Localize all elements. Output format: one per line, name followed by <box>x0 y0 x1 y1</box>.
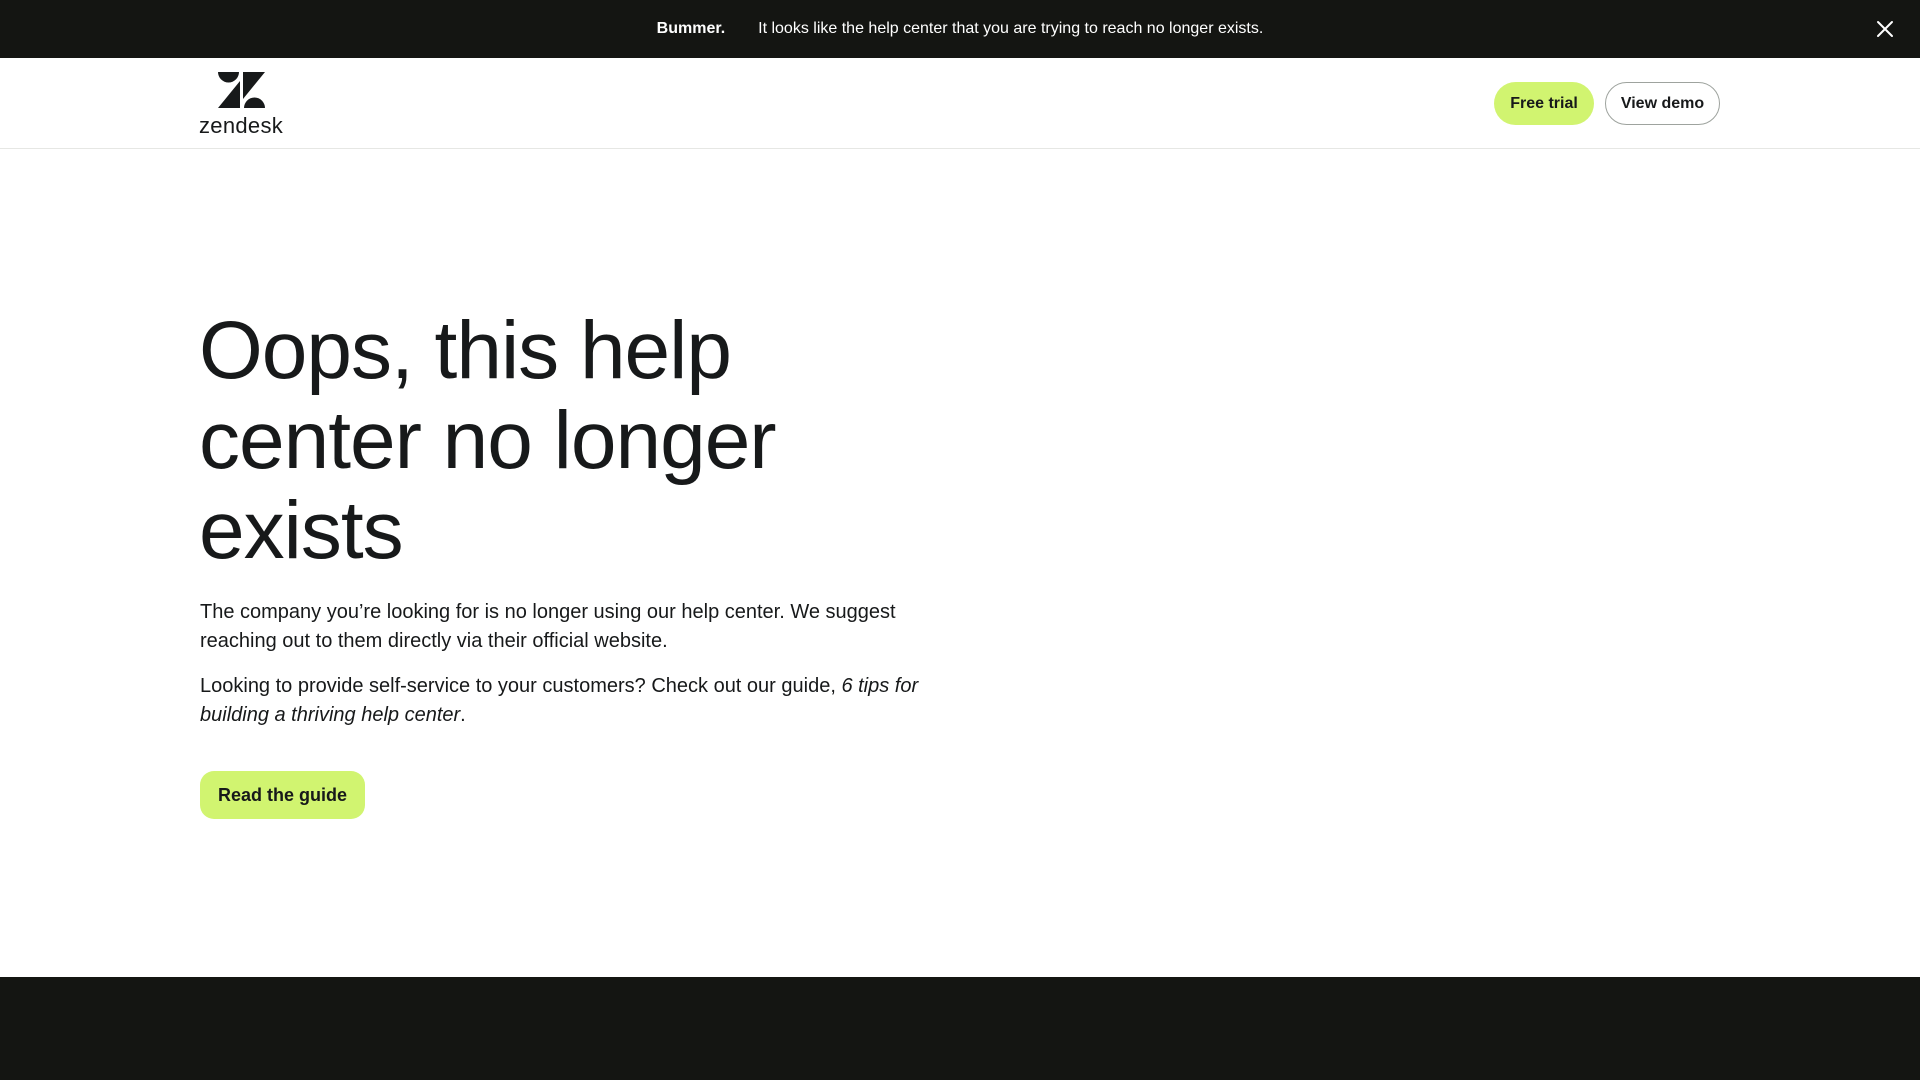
view-demo-button[interactable]: View demo <box>1605 82 1720 125</box>
site-footer <box>0 977 1920 1080</box>
read-guide-button[interactable]: Read the guide <box>200 771 365 819</box>
banner-text: Bummer. It looks like the help center th… <box>657 20 1264 38</box>
title-line: exists <box>199 485 404 576</box>
zendesk-logo[interactable]: zendesk <box>199 71 289 138</box>
banner-close-button[interactable] <box>1872 16 1898 42</box>
site-header: zendesk Free trial View demo <box>0 58 1920 149</box>
guide-paragraph-end: . <box>460 704 466 726</box>
banner-heading: Bummer. <box>656 20 726 37</box>
guide-paragraph: Looking to provide self-service to your … <box>200 672 960 730</box>
page-title: Oops, this help center no longer exists <box>199 306 959 576</box>
title-line: Oops, this help <box>199 305 732 396</box>
close-icon <box>1877 21 1893 37</box>
intro-paragraph: The company you’re looking for is no lon… <box>200 601 896 652</box>
free-trial-button[interactable]: Free trial <box>1494 82 1594 125</box>
zendesk-logo-icon <box>218 72 265 108</box>
guide-paragraph-lead: Looking to provide self-service to your … <box>200 675 842 697</box>
title-line: center no longer <box>199 395 777 486</box>
logo-wordmark: zendesk <box>199 113 284 138</box>
notification-banner: Bummer. It looks like the help center th… <box>0 0 1920 58</box>
banner-message: It looks like the help center that you a… <box>758 20 1264 37</box>
